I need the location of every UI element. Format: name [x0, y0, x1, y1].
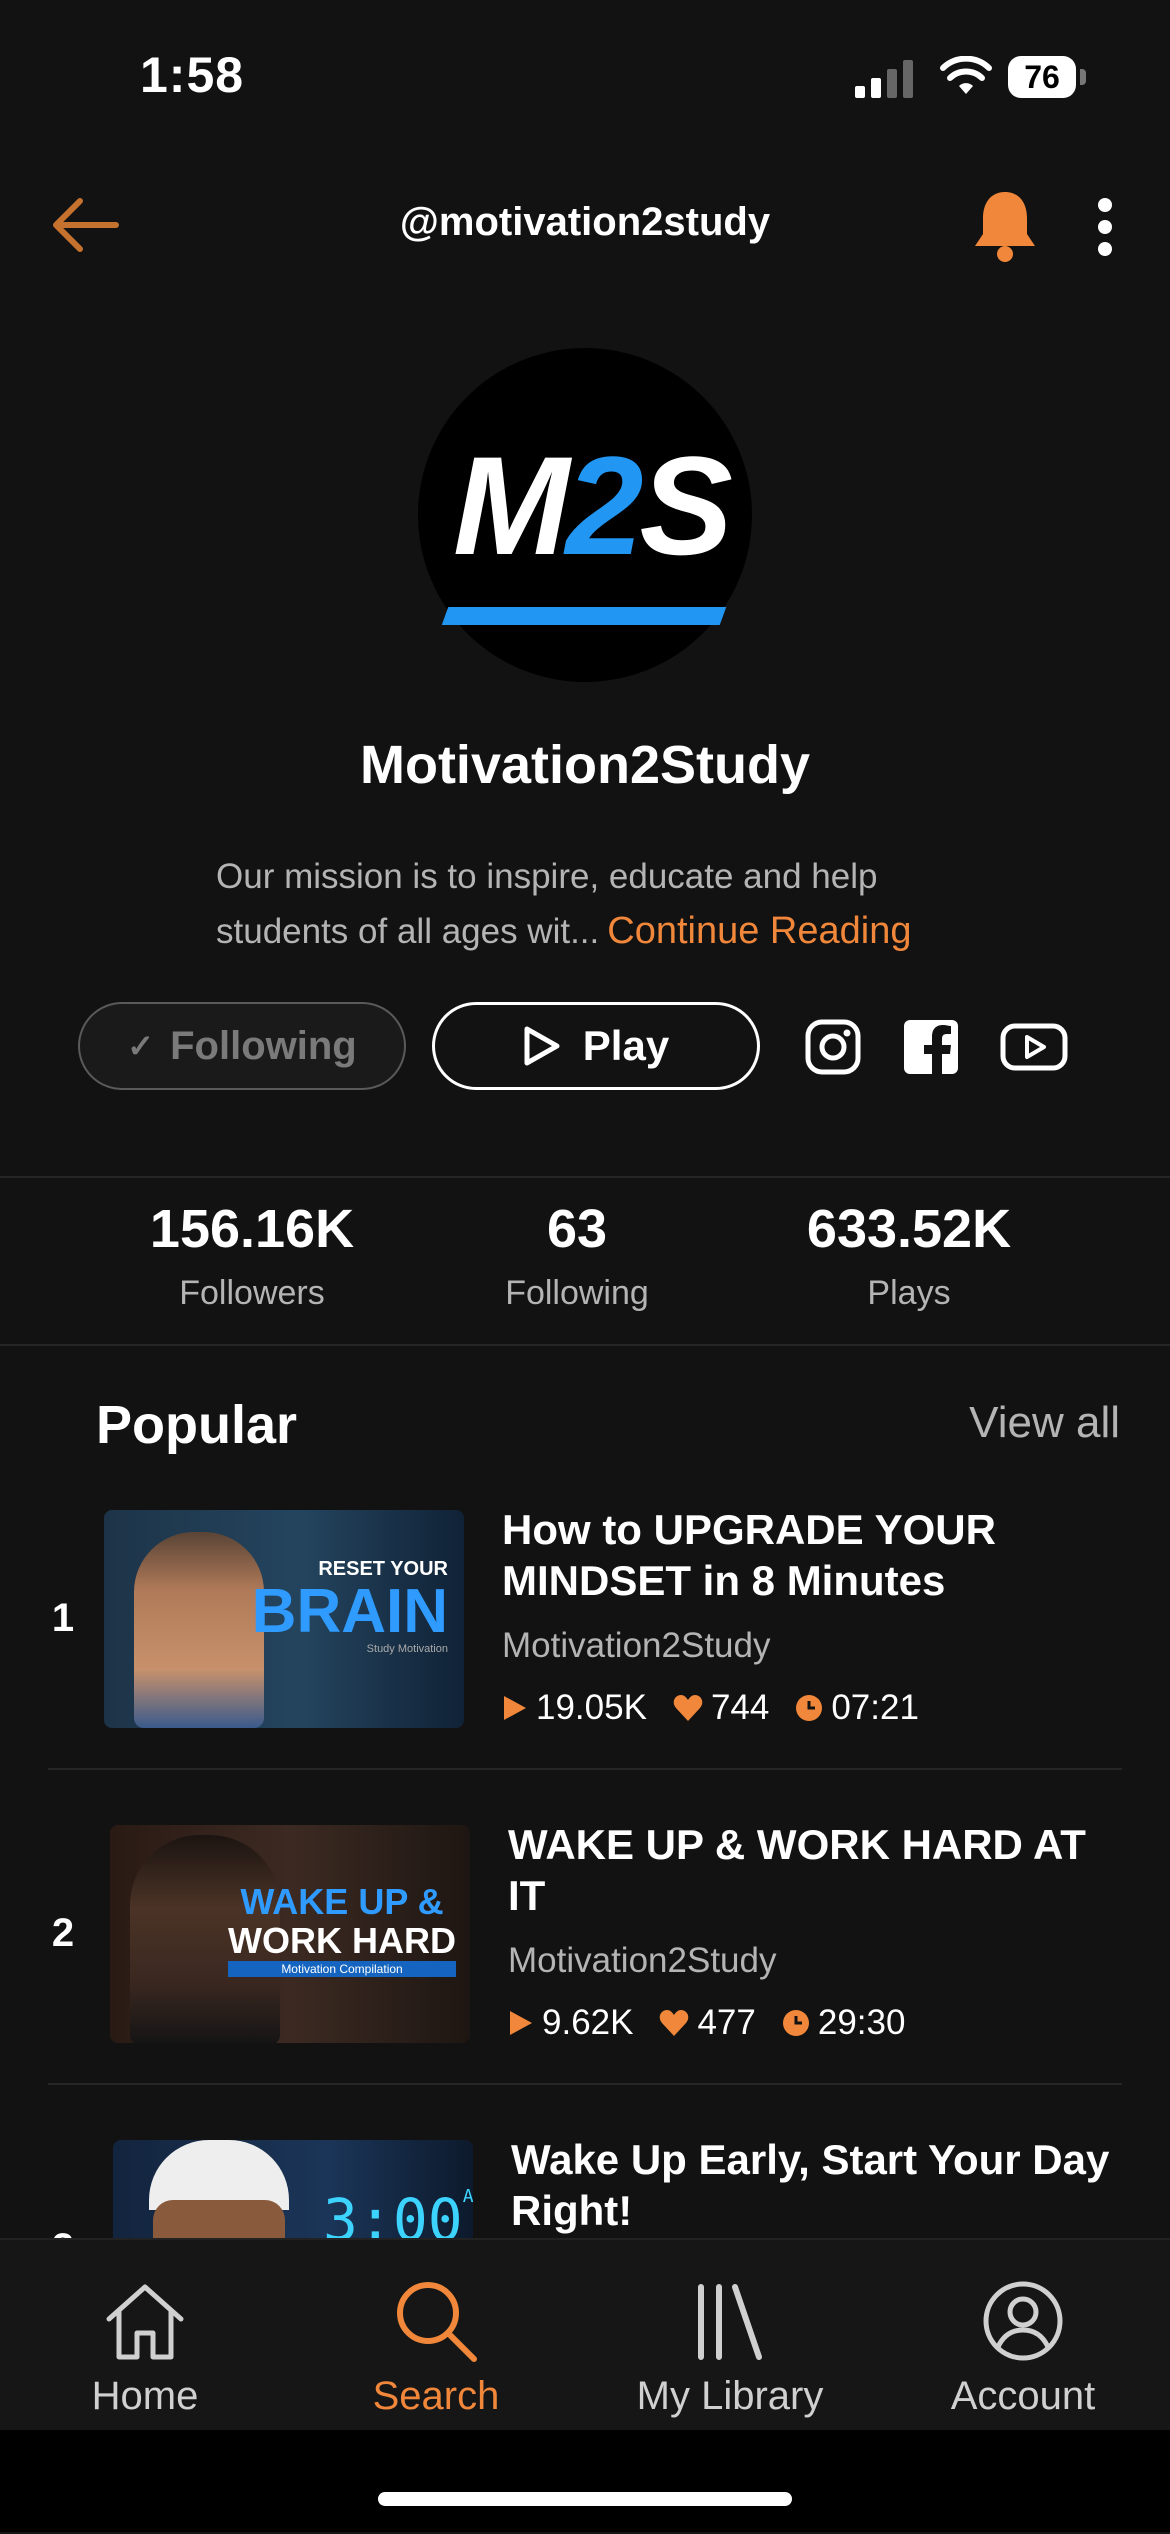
track-artist: Motivation2Study [502, 1626, 771, 1665]
like-count: 477 [697, 2003, 756, 2042]
track-title: WAKE UP & WORK HARD AT IT [508, 1821, 1086, 1919]
duration: 29:30 [817, 2003, 906, 2042]
thumb-caption: WAKE UP & [240, 1881, 444, 1922]
stat-plays: 633.52K Plays [759, 1198, 1059, 1313]
tab-label: My Library [636, 2374, 824, 2418]
following-button[interactable]: ✓ Following [78, 1002, 406, 1090]
continue-reading-link[interactable]: Continue Reading [607, 910, 911, 952]
play-count-icon [502, 1694, 528, 1722]
stat-label: Following [505, 1274, 649, 1312]
play-icon [524, 1026, 560, 1066]
bell-icon [975, 192, 1035, 262]
stat-label: Plays [867, 1274, 951, 1312]
thumb-caption: BRAIN [251, 1577, 448, 1646]
notification-bell-button[interactable] [970, 188, 1040, 262]
track-rank: 2 [51, 1911, 75, 1955]
thumb-caption: WORK HARD [228, 1920, 456, 1961]
home-indicator-area [0, 2430, 1170, 2532]
status-time: 1:58 [140, 47, 245, 103]
stat-value: 633.52K [806, 1199, 1012, 1259]
cellular-signal-icon [855, 60, 913, 98]
following-label: Following [170, 1023, 357, 1068]
track-title: How to UPGRADE YOUR MINDSET in 8 Minutes [502, 1506, 996, 1604]
youtube-icon[interactable] [1000, 1018, 1068, 1076]
check-icon: ✓ [127, 1028, 155, 1064]
stat-label: Followers [179, 1274, 325, 1312]
track-title: Wake Up Early, Start Your Day Right! [511, 2136, 1110, 2234]
duration: 07:21 [831, 1688, 919, 1727]
dot-icon [1098, 242, 1112, 256]
facebook-icon[interactable] [902, 1018, 960, 1076]
divider [0, 1176, 1170, 1178]
track-rank: 1 [51, 1596, 75, 1640]
play-count-icon [508, 2009, 534, 2037]
track-artist: Motivation2Study [508, 1941, 777, 1980]
dot-icon [1098, 220, 1112, 234]
divider [48, 2083, 1122, 2085]
play-count: 19.05K [536, 1688, 647, 1727]
dot-icon [1098, 198, 1112, 212]
thumb-caption: AM [462, 2186, 473, 2207]
tab-my-library[interactable]: My Library [610, 2276, 850, 2419]
wifi-icon [940, 56, 992, 94]
battery-level: 76 [1008, 56, 1076, 98]
home-indicator[interactable] [378, 2492, 792, 2506]
stat-followers: 156.16K Followers [102, 1198, 402, 1313]
tab-label: Search [372, 2374, 500, 2418]
play-label: Play [582, 1022, 670, 1069]
tab-label: Home [91, 2374, 199, 2418]
library-icon [610, 2276, 850, 2366]
battery-icon: 76 [1008, 56, 1086, 98]
track-meta: 19.05K 744 07:21 [502, 1688, 945, 1728]
heart-icon [659, 2009, 689, 2037]
section-title-popular: Popular [96, 1395, 298, 1455]
thumb-caption: Motivation Compilation [228, 1961, 456, 1977]
play-button[interactable]: Play [432, 1002, 760, 1090]
tab-label: Account [950, 2374, 1096, 2418]
clock-icon [782, 2009, 810, 2037]
stat-value: 63 [546, 1199, 608, 1259]
track-meta: 9.62K 477 29:30 [508, 2003, 931, 2043]
track-rank: 3 [48, 2226, 78, 2238]
profile-name: Motivation2Study [359, 735, 810, 795]
m2s-logo: M2S [435, 395, 735, 635]
account-icon [903, 2276, 1143, 2366]
profile-bio: Our mission is to inspire, educate and h… [216, 850, 996, 959]
tab-home[interactable]: Home [25, 2276, 265, 2419]
play-count: 9.62K [542, 2003, 634, 2042]
avatar: M2S [418, 348, 752, 682]
tab-account[interactable]: Account [903, 2276, 1143, 2419]
stat-value: 156.16K [149, 1199, 355, 1259]
home-icon [25, 2276, 265, 2366]
track-thumbnail: 3:00AM [113, 2140, 473, 2238]
clock-icon [795, 1694, 823, 1722]
like-count: 744 [710, 1688, 770, 1727]
track-thumbnail: RESET YOUR BRAIN Study Motivation [104, 1510, 464, 1728]
instagram-icon[interactable] [804, 1018, 862, 1076]
more-options-button[interactable] [1088, 192, 1122, 262]
track-thumbnail: WAKE UP & WORK HARD Motivation Compilati… [110, 1825, 470, 2043]
list-item[interactable]: 3 3:00AM Wake Up Early, Start Your Day R… [0, 2130, 1170, 2238]
view-all-link[interactable]: View all [969, 1398, 1120, 1448]
divider [0, 1344, 1170, 1346]
divider [48, 1768, 1122, 1770]
thumb-caption: 3:00 [323, 2186, 463, 2238]
search-icon [316, 2276, 556, 2366]
stat-following: 63 Following [427, 1198, 727, 1313]
heart-icon [673, 1694, 703, 1722]
tab-search[interactable]: Search [316, 2276, 556, 2419]
